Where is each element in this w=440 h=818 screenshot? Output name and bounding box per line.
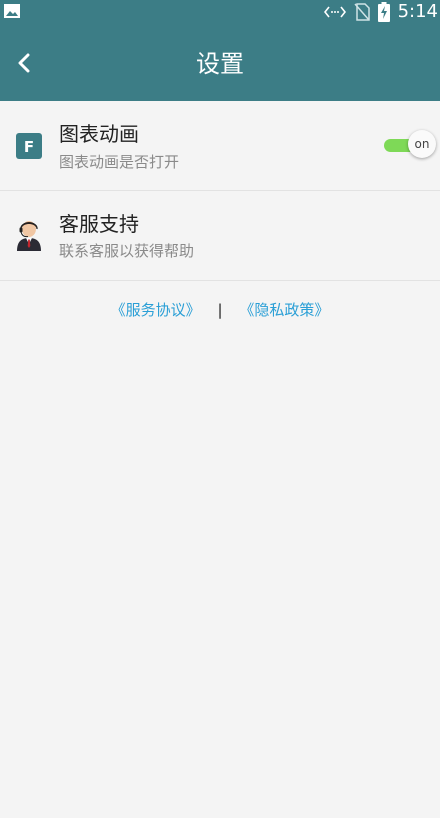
chart-animation-toggle[interactable]: on (384, 130, 436, 160)
setting-title: 图表动画 (59, 122, 139, 146)
link-separator: | (217, 301, 223, 319)
image-icon (4, 4, 20, 18)
setting-subtitle: 联系客服以获得帮助 (59, 242, 195, 260)
status-bar: 5:14 (0, 0, 440, 24)
svg-text:F: F (24, 138, 34, 156)
setting-customer-service[interactable]: 客服支持 联系客服以获得帮助 (0, 191, 440, 281)
app-bar: 设置 (0, 24, 440, 101)
page-title: 设置 (196, 50, 244, 78)
status-time: 5:14 (397, 1, 438, 22)
f-badge-icon: F (16, 133, 42, 159)
no-sim-icon (354, 3, 370, 21)
legal-links: 《服务协议》 | 《隐私政策》 (0, 298, 440, 322)
setting-chart-animation[interactable]: F 图表动画 图表动画是否打开 on (0, 101, 440, 191)
customer-service-avatar-icon (17, 221, 41, 251)
battery-charging-icon (377, 2, 390, 22)
toggle-knob: on (408, 130, 436, 158)
setting-subtitle: 图表动画是否打开 (59, 153, 180, 171)
privacy-policy-link[interactable]: 《隐私政策》 (239, 301, 329, 319)
setting-title: 客服支持 (59, 212, 139, 236)
data-arrows-icon (323, 6, 346, 18)
service-agreement-link[interactable]: 《服务协议》 (111, 301, 201, 319)
